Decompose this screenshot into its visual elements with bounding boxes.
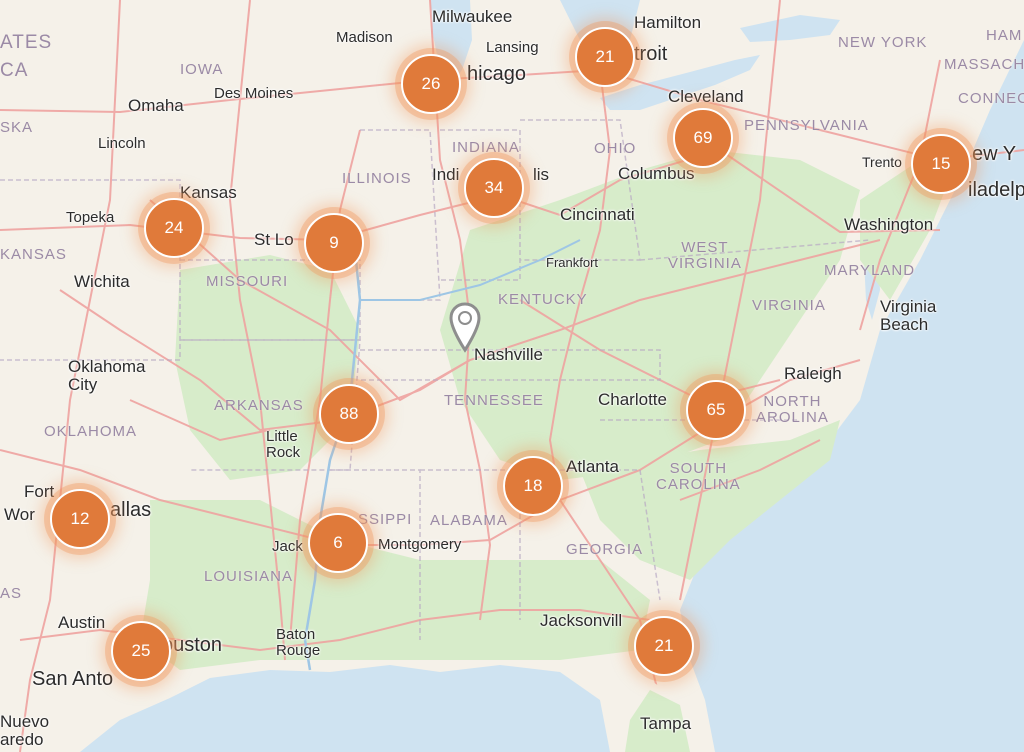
city-label-virginia-beach: Virginia Beach: [880, 297, 937, 334]
cluster-marker-jacksonville[interactable]: 21: [634, 616, 694, 676]
city-label-madison: Madison: [336, 29, 393, 46]
state-label-indiana: INDIANA: [452, 139, 520, 156]
state-label-ham: HAM: [986, 27, 1023, 44]
map-canvas[interactable]: ATES CA IOWA SKA ILLINOIS INDIANA OHIO N…: [0, 0, 1024, 752]
city-label-montgomery: Montgomery: [378, 536, 462, 553]
city-label-san-antonio: San Anto: [32, 668, 114, 690]
city-label-new-york-city: ew Y: [972, 143, 1017, 165]
city-label-fort-worth-2: Wor: [4, 505, 35, 524]
city-label-wichita: Wichita: [74, 272, 130, 291]
city-label-nashville: Nashville: [474, 345, 543, 364]
city-label-houston: ouston: [162, 634, 223, 656]
city-label-dallas: allas: [110, 499, 152, 521]
city-label-washington: Washington: [844, 215, 934, 234]
cluster-marker-detroit[interactable]: 21: [575, 27, 635, 87]
city-label-jacksonville: Jacksonvill: [540, 611, 623, 630]
city-label-hamilton: Hamilton: [634, 13, 702, 32]
city-label-columbus: Columbus: [618, 164, 695, 183]
cluster-marker-indianapolis[interactable]: 34: [464, 158, 524, 218]
city-label-chicago: hicago: [467, 63, 526, 85]
city-label-indianapolis: Indi: [432, 165, 460, 184]
state-label-illinois: ILLINOIS: [342, 170, 412, 187]
city-label-detroit: troit: [634, 43, 668, 65]
state-label-pennsylvania: PENNSYLVANIA: [744, 117, 869, 134]
city-label-st-louis: St Lo: [254, 230, 294, 249]
state-label-ca-edge: CA: [0, 60, 29, 81]
state-label-missouri: MISSOURI: [206, 273, 289, 290]
city-label-omaha: Omaha: [128, 96, 184, 115]
city-label-austin: Austin: [58, 613, 106, 632]
city-label-tampa: Tampa: [640, 714, 692, 733]
state-label-states-edge: ATES: [0, 32, 53, 53]
state-label-maryland: MARYLAND: [824, 262, 916, 279]
cluster-marker-jackson[interactable]: 6: [308, 513, 368, 573]
city-label-nuevo-laredo: Nuevo aredo: [0, 712, 50, 749]
state-label-new-york: NEW YORK: [838, 34, 928, 51]
city-label-cleveland: Cleveland: [668, 87, 744, 106]
state-label-ohio: OHIO: [594, 140, 637, 157]
city-label-baton-rouge: Baton Rouge: [276, 626, 321, 659]
city-label-indianapolis-end: lis: [533, 165, 550, 184]
city-label-philadelphia: iladelp: [968, 179, 1024, 201]
city-label-trenton: Trento: [862, 154, 902, 170]
state-label-kansas: KANSAS: [0, 246, 67, 263]
map-pin-icon[interactable]: [448, 302, 482, 354]
city-label-oklahoma-city: Oklahoma City: [68, 357, 146, 394]
state-label-north-carolina: NORTH AROLINA: [756, 393, 829, 426]
state-label-georgia: GEORGIA: [566, 541, 644, 558]
city-label-cincinnati: Cincinnati: [560, 205, 635, 224]
state-label-oklahoma: OKLAHOMA: [44, 423, 138, 440]
state-label-iowa: IOWA: [180, 61, 224, 78]
city-label-lincoln: Lincoln: [98, 135, 146, 152]
state-label-arkansas: ARKANSAS: [214, 397, 304, 414]
city-label-frankfort: Frankfort: [546, 255, 599, 270]
state-label-mississippi: SSIPPI: [358, 511, 413, 528]
state-label-connecticut: CONNEC: [958, 90, 1024, 107]
state-label-tennessee: TENNESSEE: [444, 392, 544, 409]
cluster-marker-charlotte[interactable]: 65: [686, 380, 746, 440]
state-label-ska-edge: SKA: [0, 119, 34, 136]
state-label-kentucky: KENTUCKY: [498, 291, 588, 308]
state-label-virginia: VIRGINIA: [752, 297, 826, 314]
city-label-atlanta: Atlanta: [566, 457, 619, 476]
city-label-fort-worth-1: Fort: [24, 482, 55, 501]
cluster-marker-chicago[interactable]: 26: [401, 54, 461, 114]
state-label-south-carolina: SOUTH CAROLINA: [656, 460, 741, 493]
cluster-marker-kansas-city[interactable]: 24: [144, 198, 204, 258]
cluster-marker-atlanta[interactable]: 18: [503, 456, 563, 516]
state-label-as-edge: AS: [0, 585, 23, 602]
cluster-marker-cleveland[interactable]: 69: [673, 108, 733, 168]
city-label-topeka: Topeka: [66, 209, 115, 226]
cluster-marker-dallas[interactable]: 12: [50, 489, 110, 549]
state-label-west-virginia: WEST VIRGINIA: [668, 239, 742, 272]
cluster-marker-arkansas[interactable]: 88: [319, 384, 379, 444]
city-label-little-rock: Little Rock: [266, 428, 301, 461]
cluster-marker-houston[interactable]: 25: [111, 621, 171, 681]
city-label-jackson: Jack: [272, 538, 303, 555]
state-label-alabama: ALABAMA: [430, 512, 508, 529]
city-label-milwaukee: Milwaukee: [432, 7, 513, 26]
state-label-louisiana: LOUISIANA: [204, 568, 294, 585]
city-label-lansing: Lansing: [486, 39, 539, 56]
city-label-kansas-city: Kansas: [180, 183, 237, 202]
city-label-charlotte: Charlotte: [598, 390, 667, 409]
cluster-marker-philadelphia[interactable]: 15: [911, 134, 971, 194]
state-label-massachusetts: MASSACH: [944, 56, 1024, 73]
city-label-raleigh: Raleigh: [784, 364, 842, 383]
cluster-marker-st-louis[interactable]: 9: [304, 213, 364, 273]
city-label-des-moines: Des Moines: [214, 85, 294, 102]
